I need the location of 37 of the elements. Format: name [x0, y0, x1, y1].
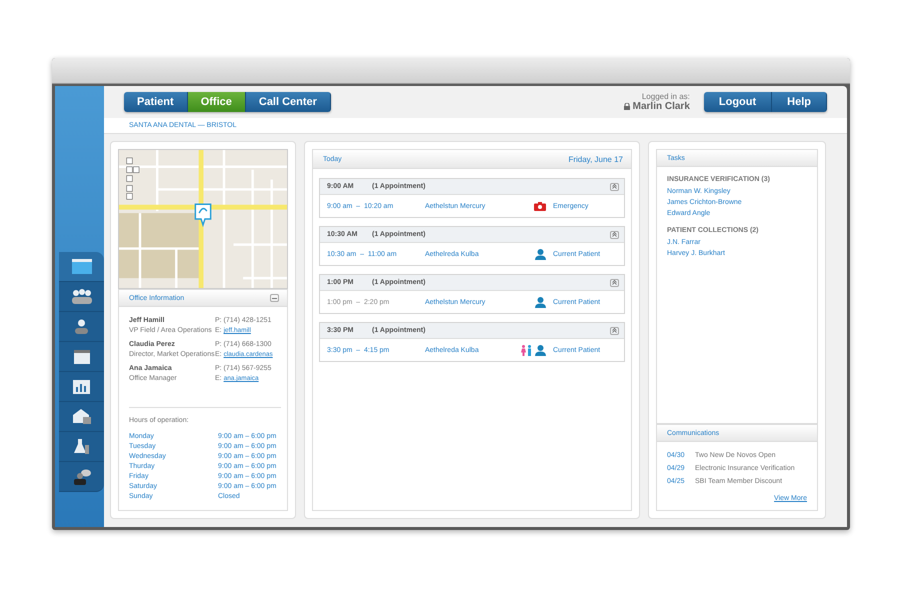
group-icon [70, 289, 92, 304]
lock-icon [624, 103, 630, 110]
flask-icon [74, 438, 90, 454]
sidebar-item[interactable] [59, 312, 104, 342]
double-chevron-up-icon [612, 328, 617, 333]
double-chevron-up-icon [612, 232, 617, 237]
woman-and-man-icon [521, 344, 532, 356]
sidebar-item[interactable] [59, 372, 104, 402]
nav-tab[interactable]: Call Center [246, 92, 331, 112]
collapse-button[interactable] [610, 182, 619, 190]
sidebar-item[interactable] [59, 252, 104, 282]
logged-in-caption: Logged in as: [642, 92, 690, 101]
sidebar-item[interactable] [59, 402, 104, 432]
logout-button[interactable]: Logout [704, 92, 772, 112]
person-icon [535, 296, 546, 308]
person-icon [535, 344, 546, 356]
chart-icon [73, 380, 90, 394]
sidebar-item[interactable] [59, 432, 104, 462]
window-icon [72, 259, 92, 274]
collapse-button[interactable] [610, 230, 619, 238]
user-name: Marlin Clark [632, 101, 690, 112]
nav-tab[interactable]: Patient [124, 92, 188, 112]
person-chat-icon [72, 468, 90, 484]
collapse-button[interactable] [610, 278, 619, 286]
help-button[interactable]: Help [772, 92, 827, 112]
double-chevron-up-icon [612, 280, 617, 285]
double-chevron-up-icon [612, 184, 617, 189]
sidebar-item[interactable] [59, 462, 104, 492]
schedule-date: Friday, June 17 [568, 154, 623, 164]
sidebar-item[interactable] [59, 342, 104, 372]
collapse-button[interactable] [270, 294, 279, 302]
person-icon [74, 319, 89, 334]
person-icon [535, 248, 546, 260]
collapse-button[interactable] [610, 326, 619, 334]
calendar-icon [74, 349, 90, 364]
sidebar-item[interactable] [59, 282, 104, 312]
nav-tab[interactable]: Office [188, 92, 246, 112]
